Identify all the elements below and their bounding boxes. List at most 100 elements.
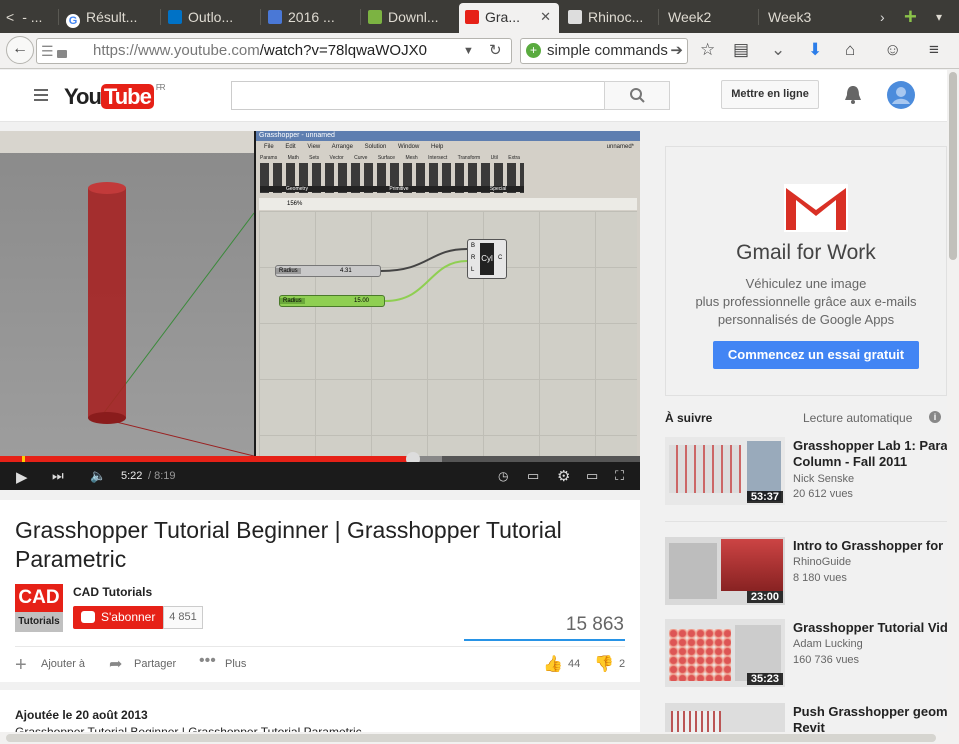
tab-1[interactable]: < - ... bbox=[0, 3, 58, 33]
recommended-video[interactable]: Push Grasshopper geomet Revit bbox=[665, 703, 947, 732]
gh-tab: Transform bbox=[457, 155, 481, 161]
url-host: https://www.youtube.com bbox=[93, 42, 260, 59]
gh-number-slider-2: Radius 15.00 bbox=[279, 295, 385, 307]
channel-name[interactable]: CAD Tutorials bbox=[73, 585, 152, 599]
smiley-feedback-icon[interactable]: ☺ bbox=[884, 40, 901, 60]
video-title[interactable]: Grasshopper Tutorial Video bbox=[793, 620, 953, 636]
volume-icon[interactable]: 🔈 bbox=[90, 468, 106, 484]
dislike-thumb-icon[interactable]: 👎 bbox=[594, 654, 614, 674]
video-title[interactable]: Grasshopper Lab 1: Param bbox=[793, 438, 953, 454]
play-icon[interactable]: ▶ bbox=[16, 468, 28, 486]
channel-avatar[interactable]: CAD Tutorials bbox=[15, 584, 63, 632]
gh-tab: Intersect bbox=[428, 155, 448, 161]
scrollbar-thumb[interactable] bbox=[6, 734, 936, 742]
theater-mode-icon[interactable]: ▭ bbox=[586, 468, 598, 484]
new-tab-icon[interactable]: + bbox=[898, 3, 928, 33]
tab-youtube-active[interactable]: Gra... ✕ bbox=[459, 3, 559, 33]
subscribe-button[interactable]: S'abonner bbox=[73, 606, 164, 629]
tab-week3[interactable]: Week3 bbox=[762, 3, 862, 33]
like-thumb-icon[interactable]: 👍 bbox=[543, 654, 563, 674]
tab-list-icon[interactable]: ▾ bbox=[930, 3, 954, 33]
youtube-search-button[interactable] bbox=[604, 81, 670, 110]
watch-later-icon[interactable]: ◷ bbox=[498, 469, 508, 483]
ad-text: Véhiculez une image plus professionnelle… bbox=[666, 275, 946, 329]
thumbnail-image bbox=[669, 629, 731, 681]
add-to-icon[interactable]: + bbox=[15, 654, 27, 677]
video-player[interactable]: Grasshopper - unnamed File Edit View Arr… bbox=[0, 131, 640, 490]
recommended-video[interactable]: 23:00 Intro to Grasshopper for ID RhinoG… bbox=[665, 537, 953, 609]
search-go-icon[interactable]: ➔ bbox=[670, 39, 683, 63]
search-bar[interactable]: + simple commands ➔ bbox=[520, 38, 688, 64]
recommended-video[interactable]: 53:37 Grasshopper Lab 1: Param Column - … bbox=[665, 437, 953, 509]
search-engine-icon[interactable]: + bbox=[526, 43, 541, 58]
video-thumbnail[interactable]: 53:37 bbox=[665, 437, 785, 505]
video-thumbnail[interactable]: 35:23 bbox=[665, 619, 785, 687]
close-tab-icon[interactable]: ✕ bbox=[540, 3, 551, 31]
channel-avatar-subtext: Tutorials bbox=[15, 612, 63, 632]
gmail-ad[interactable]: Gmail for Work Véhiculez une image plus … bbox=[665, 146, 947, 396]
tab-outlook[interactable]: Outlo... bbox=[162, 3, 260, 33]
pocket-icon[interactable]: ⌄ bbox=[771, 40, 785, 60]
url-bar[interactable]: ☰ https://www.youtube.com/watch?v=78lqwa… bbox=[36, 38, 512, 64]
tab-google[interactable]: G Résult... bbox=[60, 3, 160, 33]
youtube-logo[interactable]: You Tube FR bbox=[64, 83, 165, 110]
youtube-search-input[interactable] bbox=[231, 81, 605, 110]
tab-label: Gra... bbox=[485, 9, 521, 25]
add-to-button[interactable]: Ajouter à bbox=[41, 658, 101, 670]
video-thumbnail[interactable] bbox=[665, 703, 785, 732]
site-menu-icon[interactable]: ☰ bbox=[41, 39, 54, 63]
video-title[interactable]: Push Grasshopper geomet bbox=[793, 704, 947, 720]
tab-rhinoceros[interactable]: Rhinoc... bbox=[562, 3, 658, 33]
scroll-tabs-left-icon[interactable]: < bbox=[6, 9, 14, 25]
share-button[interactable]: Partager bbox=[134, 658, 194, 670]
scrollbar-thumb[interactable] bbox=[949, 72, 957, 260]
video-title[interactable]: Intro to Grasshopper for ID bbox=[793, 538, 953, 554]
fullscreen-icon[interactable]: ⛶ bbox=[615, 468, 624, 484]
tab-download[interactable]: Downl... bbox=[362, 3, 458, 33]
gh-menu-bar: File Edit View Arrange Solution Window H… bbox=[256, 144, 640, 154]
video-info-panel: Grasshopper Tutorial Beginner | Grasshop… bbox=[0, 500, 640, 682]
tab-separator bbox=[360, 9, 361, 25]
tab-label: Downl... bbox=[388, 9, 439, 25]
home-icon[interactable]: ⌂ bbox=[845, 40, 855, 60]
gh-cylinder-component: B R L Cyl C bbox=[467, 239, 507, 279]
reading-list-icon[interactable]: ▤ bbox=[733, 40, 749, 60]
recommended-video[interactable]: 35:23 Grasshopper Tutorial Video Adam Lu… bbox=[665, 619, 953, 691]
horizontal-scrollbar[interactable] bbox=[0, 732, 947, 744]
info-icon[interactable]: i bbox=[929, 411, 941, 423]
ad-cta-button[interactable]: Commencez un essai gratuit bbox=[713, 341, 919, 369]
gh-menu-solution: Solution bbox=[364, 144, 387, 150]
account-avatar-icon[interactable] bbox=[887, 81, 915, 109]
settings-gear-icon[interactable]: ⚙ bbox=[557, 467, 570, 485]
share-icon[interactable]: ➦ bbox=[109, 654, 122, 674]
tab-label: Résult... bbox=[86, 9, 138, 25]
more-dots-icon[interactable]: ••• bbox=[199, 652, 216, 670]
bookmark-star-icon[interactable]: ☆ bbox=[700, 40, 715, 60]
tab-label: Rhinoc... bbox=[588, 9, 644, 25]
tab-docs[interactable]: 2016 ... bbox=[262, 3, 360, 33]
video-thumbnail[interactable]: 23:00 bbox=[665, 537, 785, 605]
gh-menu-file: File bbox=[264, 144, 274, 150]
downloads-icon[interactable]: ⬇ bbox=[808, 40, 822, 60]
tab-separator bbox=[58, 9, 59, 25]
reload-icon[interactable]: ↻ bbox=[489, 39, 502, 63]
player-controls: ▶ ⏭ 🔈 5:22 / 8:19 ◷ ▭ ⚙ ▭ ⛶ bbox=[0, 462, 640, 490]
menu-hamburger-icon[interactable]: ≡ bbox=[929, 40, 939, 60]
tab-label: Week3 bbox=[768, 9, 812, 25]
vertical-scrollbar[interactable] bbox=[947, 70, 959, 744]
guide-menu-icon[interactable] bbox=[34, 89, 48, 91]
subtitles-icon[interactable]: ▭ bbox=[527, 468, 539, 484]
gh-tab: Sets bbox=[309, 155, 320, 161]
scroll-tabs-right-icon[interactable]: › bbox=[874, 3, 894, 33]
tab-week2[interactable]: Week2 bbox=[662, 3, 758, 33]
more-button[interactable]: Plus bbox=[225, 658, 265, 670]
video-channel: Adam Lucking bbox=[793, 638, 863, 650]
rhino-toolbar bbox=[0, 131, 254, 153]
video-title-line2[interactable]: Revit bbox=[793, 720, 947, 732]
back-arrow-icon[interactable]: ← bbox=[6, 36, 34, 64]
url-dropdown-icon[interactable]: ▼ bbox=[463, 39, 474, 63]
upload-button[interactable]: Mettre en ligne bbox=[721, 80, 819, 109]
video-title-line2[interactable]: Column - Fall 2011 bbox=[793, 454, 953, 470]
notifications-bell-icon[interactable] bbox=[843, 84, 863, 106]
next-video-icon[interactable]: ⏭ bbox=[52, 468, 64, 484]
